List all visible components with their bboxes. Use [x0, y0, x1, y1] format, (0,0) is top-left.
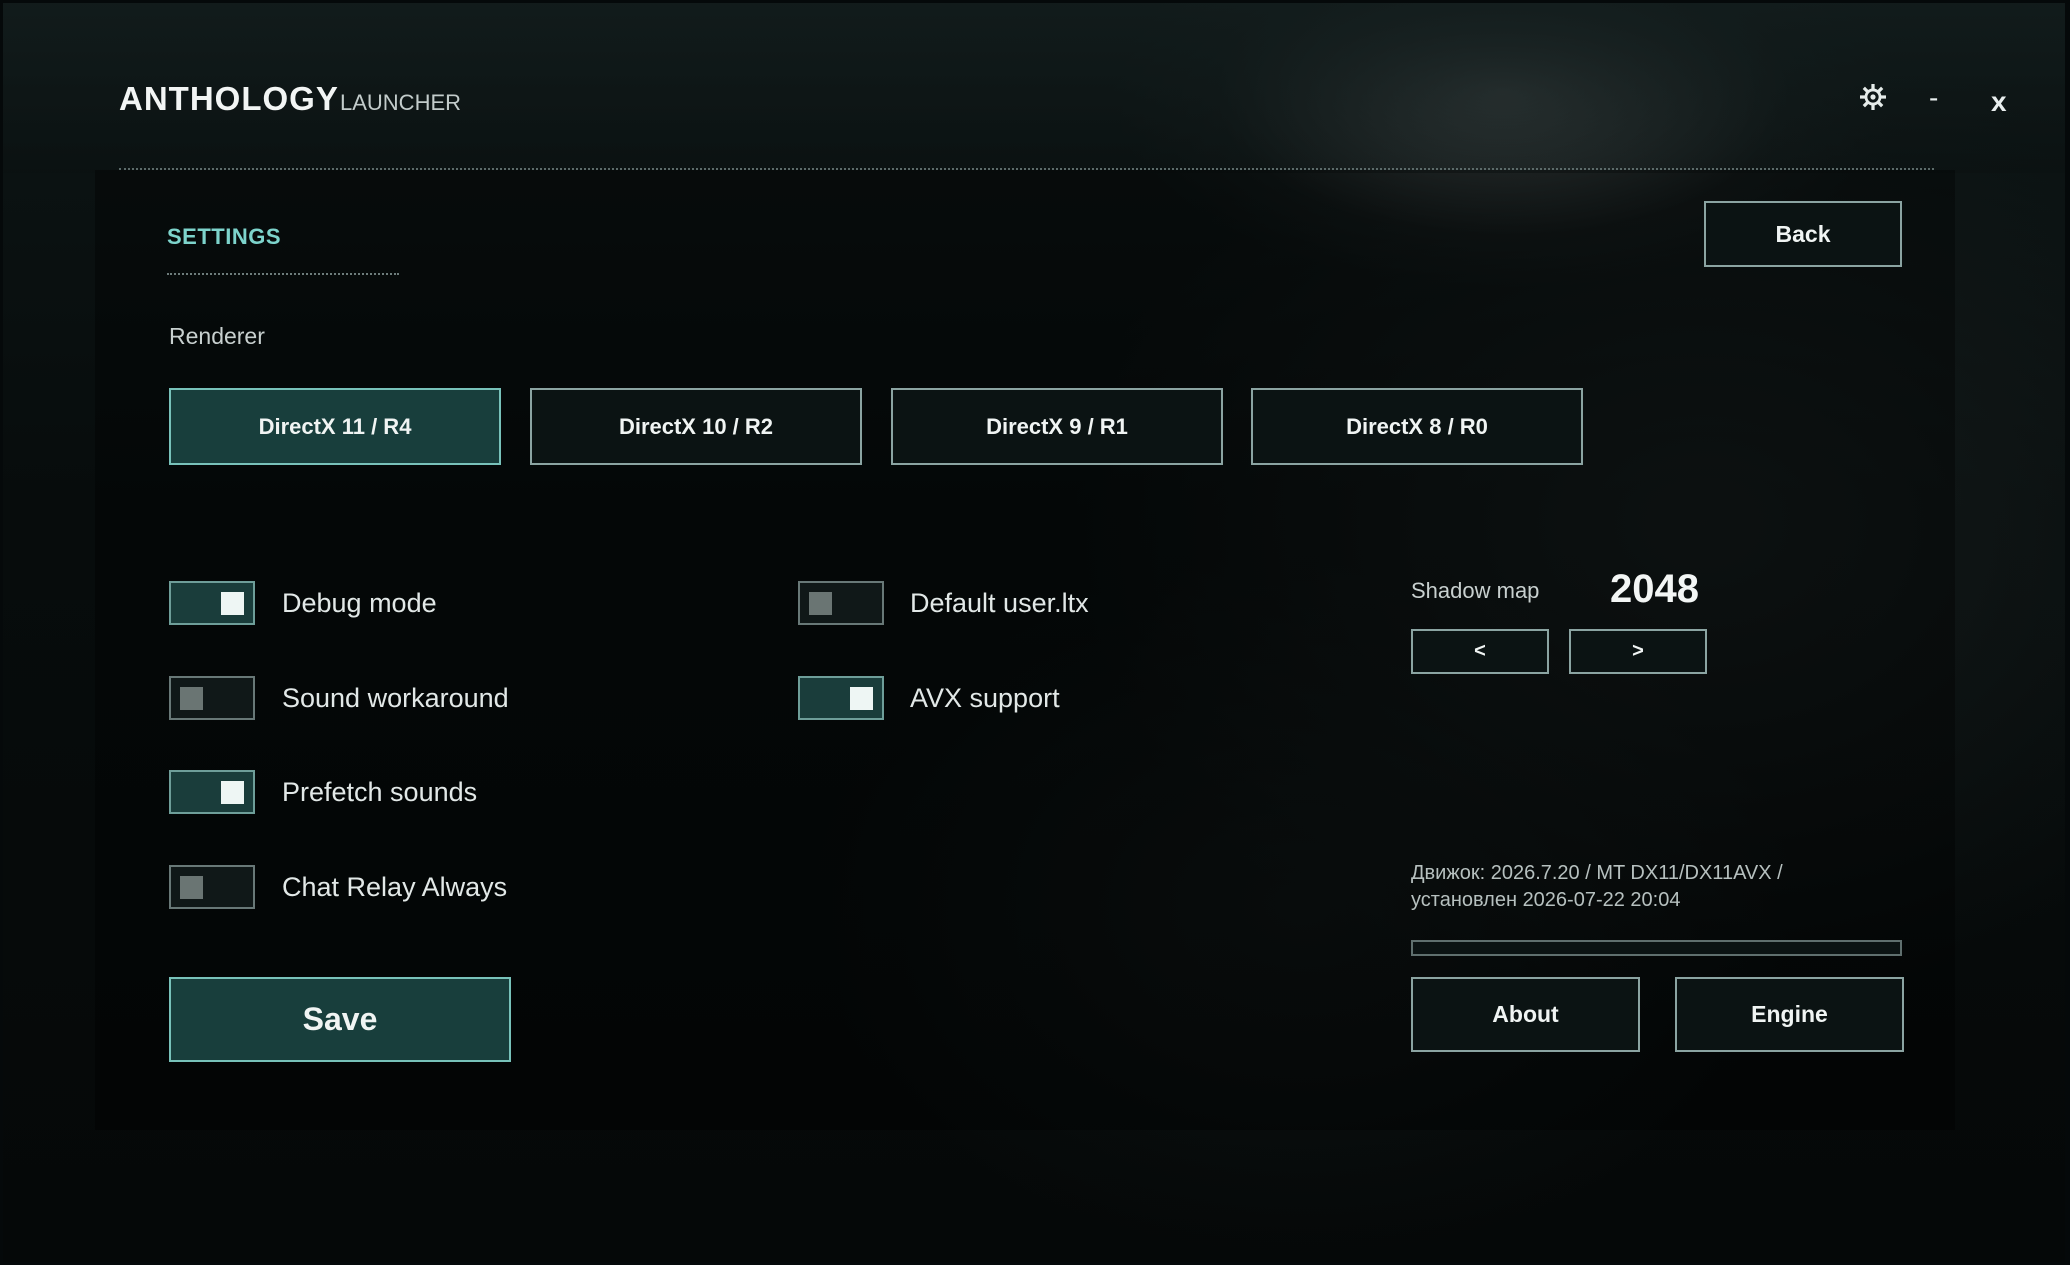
- tab-settings[interactable]: SETTINGS: [167, 224, 281, 250]
- avx-support-label: AVX support: [910, 683, 1060, 713]
- engine-info-line1: Движок: 2026.7.20 / MT DX11/DX11AVX /: [1411, 862, 1783, 884]
- renderer-dx9-button[interactable]: DirectX 9 / R1: [891, 388, 1223, 465]
- engine-button[interactable]: Engine: [1675, 977, 1904, 1052]
- toggle-knob: [809, 592, 832, 615]
- shadow-map-value: 2048: [1610, 567, 1699, 611]
- default-user-ltx-toggle[interactable]: [798, 581, 884, 625]
- avx-support-toggle[interactable]: [798, 676, 884, 720]
- shadow-map-label: Shadow map: [1411, 578, 1540, 603]
- renderer-label: Renderer: [169, 323, 265, 349]
- toggle-knob: [850, 687, 873, 710]
- chat-relay-always-label: Chat Relay Always: [282, 872, 508, 902]
- sound-workaround-toggle[interactable]: [169, 676, 255, 720]
- shadow-map-prev-button[interactable]: <: [1411, 629, 1549, 674]
- app-subtitle: LAUNCHER: [340, 90, 462, 115]
- shadow-map-next-button[interactable]: >: [1569, 629, 1707, 674]
- tab-underline: [167, 273, 399, 275]
- gear-icon: [1860, 84, 1886, 110]
- save-button[interactable]: Save: [169, 977, 511, 1062]
- prefetch-sounds-toggle[interactable]: [169, 770, 255, 814]
- back-button[interactable]: Back: [1704, 201, 1902, 267]
- prefetch-sounds-label: Prefetch sounds: [282, 777, 478, 807]
- renderer-dx10-button[interactable]: DirectX 10 / R2: [530, 388, 862, 465]
- progress-bar: [1411, 940, 1902, 956]
- chat-relay-always-toggle[interactable]: [169, 865, 255, 909]
- toggle-knob: [180, 687, 203, 710]
- renderer-dx8-button[interactable]: DirectX 8 / R0: [1251, 388, 1583, 465]
- about-button[interactable]: About: [1411, 977, 1640, 1052]
- toggle-knob: [221, 781, 244, 804]
- app-title: ANTHOLOGY: [119, 80, 339, 117]
- settings-button[interactable]: [1860, 84, 1886, 117]
- debug-mode-label: Debug mode: [282, 588, 437, 618]
- close-button[interactable]: x: [1991, 86, 2007, 118]
- engine-info: Движок: 2026.7.20 / MT DX11/DX11AVX / ус…: [1411, 860, 1931, 914]
- debug-mode-toggle[interactable]: [169, 581, 255, 625]
- default-user-ltx-label: Default user.ltx: [910, 588, 1089, 618]
- renderer-dx11-button[interactable]: DirectX 11 / R4: [169, 388, 501, 465]
- sound-workaround-label: Sound workaround: [282, 683, 509, 713]
- engine-info-line2: установлен 2026-07-22 20:04: [1411, 889, 1681, 911]
- minimize-button[interactable]: -: [1929, 82, 1938, 114]
- toggle-knob: [221, 592, 244, 615]
- toggle-knob: [180, 876, 203, 899]
